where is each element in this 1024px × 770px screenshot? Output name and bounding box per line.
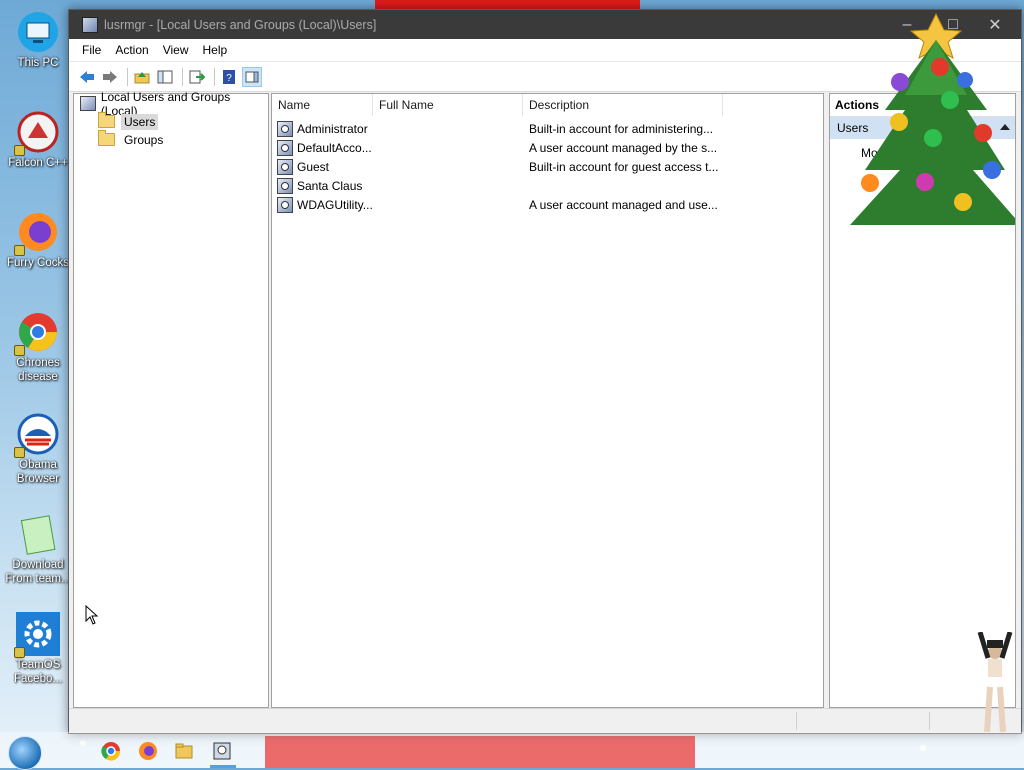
help-icon[interactable]: ? bbox=[219, 67, 239, 87]
user-name: Administrator bbox=[297, 121, 368, 136]
user-description: A user account managed and use... bbox=[529, 197, 718, 212]
falcon-icon bbox=[14, 110, 60, 156]
user-description: Built-in account for administering... bbox=[529, 121, 714, 136]
status-bar bbox=[69, 708, 1021, 733]
table-row[interactable]: Administrator Built-in account for admin… bbox=[277, 119, 713, 138]
show-tree-icon[interactable] bbox=[155, 67, 175, 87]
back-icon[interactable] bbox=[77, 67, 97, 87]
menu-help[interactable]: Help bbox=[196, 40, 235, 60]
desktop-icon-this-pc[interactable]: This PC bbox=[2, 10, 74, 70]
tree-item-groups[interactable]: Groups bbox=[98, 130, 166, 148]
desktop-icon-falcon[interactable]: Falcon C++ bbox=[2, 110, 74, 170]
up-folder-icon[interactable] bbox=[132, 67, 152, 87]
taskbar-firefox-icon[interactable] bbox=[138, 741, 158, 761]
folder-icon bbox=[98, 112, 115, 128]
computer-icon bbox=[16, 10, 60, 54]
user-icon bbox=[277, 139, 293, 156]
obama-icon bbox=[14, 412, 60, 458]
dancer-decoration bbox=[970, 631, 1020, 737]
user-name: WDAGUtility... bbox=[297, 197, 373, 212]
firefox-icon bbox=[14, 210, 60, 256]
folder-icon bbox=[98, 130, 115, 146]
desktop-icon-download[interactable]: Download From team... bbox=[2, 512, 74, 586]
christmas-tree-decoration bbox=[845, 0, 1021, 240]
tree-root[interactable]: Local Users and Groups (Local) bbox=[80, 90, 268, 118]
desktop-icon-obama-browser[interactable]: Obama Browser bbox=[2, 412, 74, 486]
desktop-icon-teamos[interactable]: TeamOS Facebo... bbox=[2, 612, 74, 686]
user-icon bbox=[277, 177, 293, 194]
tree-item-groups-label: Groups bbox=[124, 132, 164, 147]
menu-action[interactable]: Action bbox=[108, 40, 155, 60]
taskbar-chrome-icon[interactable] bbox=[101, 741, 121, 761]
user-icon bbox=[277, 196, 293, 213]
column-name[interactable]: Name bbox=[272, 94, 373, 116]
mouse-cursor bbox=[85, 604, 99, 628]
user-name: Santa Claus bbox=[297, 178, 363, 193]
menu-file[interactable]: File bbox=[75, 40, 108, 60]
menu-view[interactable]: View bbox=[156, 40, 196, 60]
user-name: DefaultAcco... bbox=[297, 140, 372, 155]
start-button[interactable] bbox=[8, 736, 42, 770]
user-icon bbox=[277, 120, 293, 137]
gear-icon bbox=[14, 612, 60, 658]
computer-users-icon bbox=[80, 96, 96, 111]
notepad-icon bbox=[16, 512, 60, 556]
table-row[interactable]: Santa Claus bbox=[277, 176, 389, 195]
table-row[interactable]: WDAGUtility... A user account managed an… bbox=[277, 195, 718, 214]
export-icon[interactable] bbox=[187, 67, 207, 87]
user-description: A user account managed by the s... bbox=[529, 140, 718, 155]
desktop-icon-firefox[interactable]: Furry Cocks bbox=[2, 210, 74, 270]
desktop-icon-chrome[interactable]: Chrones disease bbox=[2, 310, 74, 384]
user-name: Guest bbox=[297, 159, 330, 174]
window-title: lusrmgr - [Local Users and Groups (Local… bbox=[104, 17, 377, 32]
tree-item-users[interactable]: Users bbox=[98, 112, 159, 130]
svg-text:?: ? bbox=[226, 73, 232, 84]
user-icon bbox=[277, 158, 293, 175]
taskbar-lusrmgr-icon[interactable] bbox=[212, 741, 232, 761]
column-full-name[interactable]: Full Name bbox=[373, 94, 523, 116]
column-description[interactable]: Description bbox=[523, 94, 723, 116]
chrome-icon bbox=[14, 310, 60, 356]
user-list-pane: Name Full Name Description Administrator… bbox=[271, 93, 824, 708]
table-row[interactable]: Guest Built-in account for guest access … bbox=[277, 157, 718, 176]
user-description: Built-in account for guest access t... bbox=[529, 159, 719, 174]
lusrmgr-app-icon bbox=[82, 16, 98, 33]
forward-icon[interactable] bbox=[100, 67, 120, 87]
view-icon[interactable] bbox=[242, 66, 262, 87]
taskbar-file-explorer-icon[interactable] bbox=[174, 741, 194, 761]
tree-pane: Local Users and Groups (Local) Users Gro… bbox=[73, 90, 269, 708]
tree-item-users-label: Users bbox=[121, 113, 159, 130]
table-row[interactable]: DefaultAcco... A user account managed by… bbox=[277, 138, 717, 157]
